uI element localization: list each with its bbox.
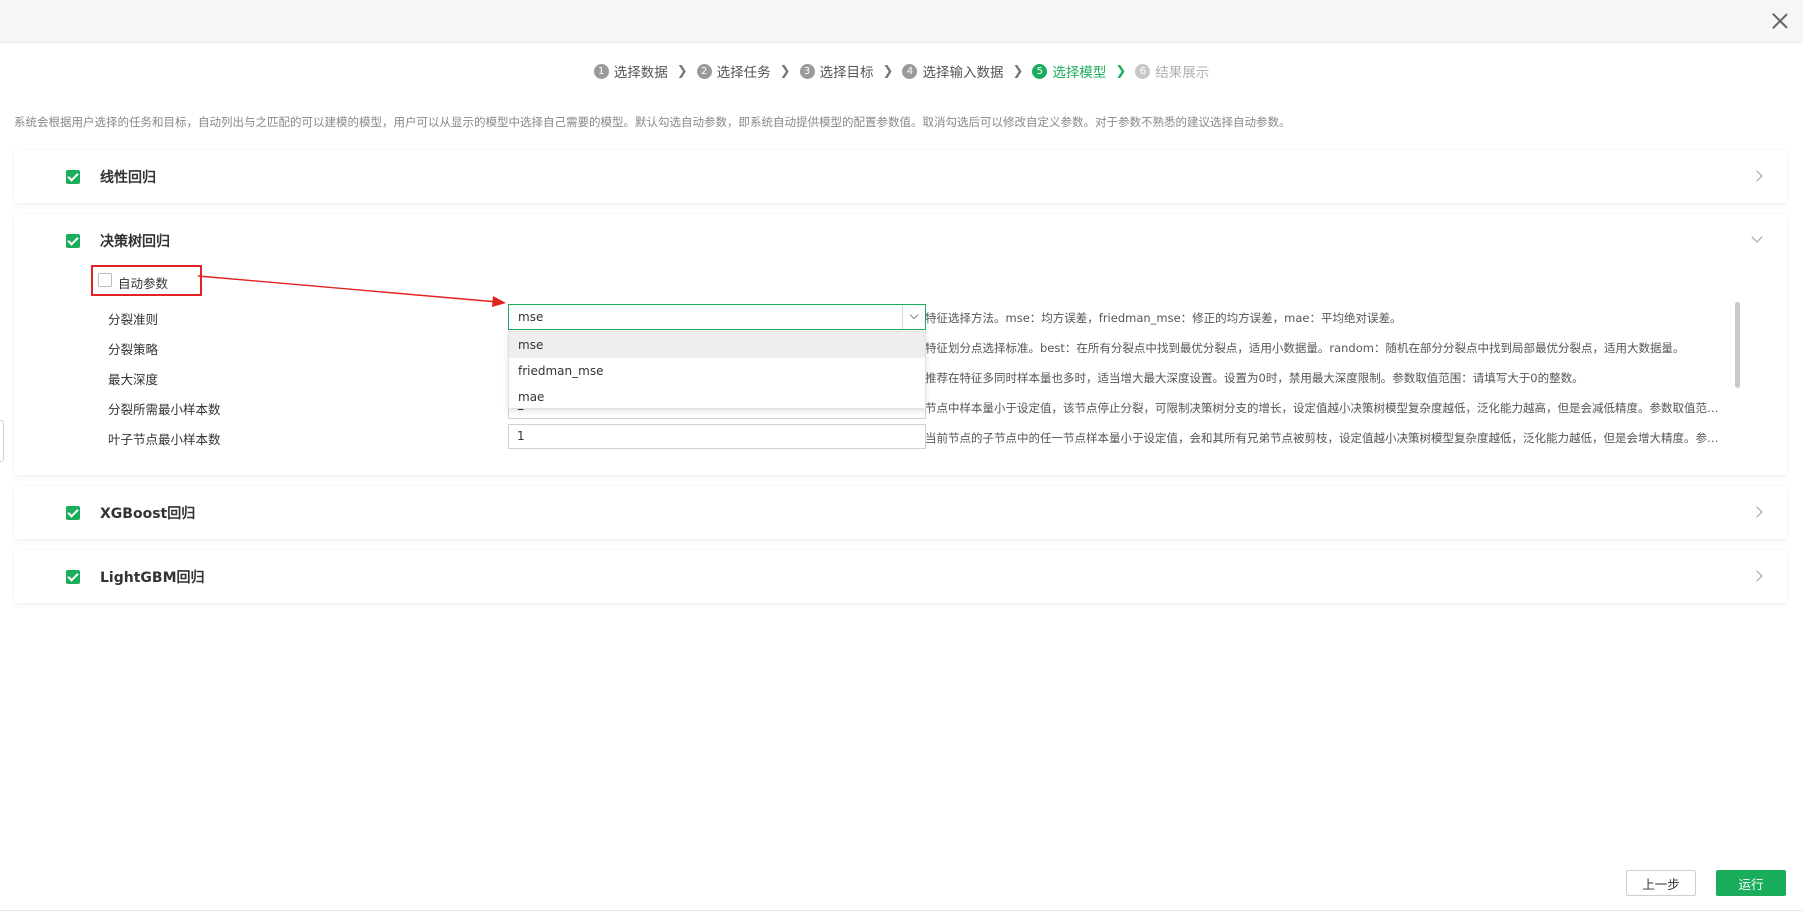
step-result-display: 6 结果展示 — [1135, 61, 1209, 81]
param-label-split-strategy: 分裂策略 — [108, 342, 159, 357]
model-checkbox[interactable] — [66, 570, 80, 584]
chevron-right-icon: ❯ — [779, 63, 791, 79]
param-desc-min-samples-leaf: 当前节点的子节点中的任一节点样本量小于设定值，会和其所有兄弟节点被剪枝，设定值越… — [925, 431, 1725, 445]
chevron-right-icon: ❯ — [1115, 63, 1127, 79]
auto-params-label: 自动参数 — [118, 276, 169, 291]
step-select-target[interactable]: 3 选择目标 — [799, 61, 874, 81]
model-panel-lightgbm: LightGBM回归 — [14, 550, 1787, 603]
panel-header[interactable]: 线性回归 — [14, 150, 1787, 204]
step-select-task[interactable]: 2 选择任务 — [696, 61, 771, 81]
chevron-right-icon: ❯ — [882, 63, 894, 79]
bottom-divider — [0, 910, 1803, 911]
step-number: 2 — [696, 63, 712, 79]
model-checkbox[interactable] — [66, 234, 80, 248]
param-desc-split-criterion: 特征选择方法。mse：均方误差，friedman_mse：修正的均方误差，mae… — [925, 311, 1402, 325]
chevron-right-icon[interactable] — [1751, 570, 1763, 582]
chevron-right-icon[interactable] — [1751, 170, 1763, 182]
panel-header[interactable]: XGBoost回归 — [14, 486, 1787, 540]
close-icon[interactable] — [1767, 8, 1793, 34]
run-button[interactable]: 运行 — [1716, 870, 1786, 896]
dropdown-option-mse[interactable]: mse — [509, 332, 925, 358]
select-value: mse — [518, 310, 544, 324]
model-checkbox[interactable] — [66, 506, 80, 520]
panel-header[interactable]: LightGBM回归 — [14, 550, 1787, 604]
step-label: 选择输入数据 — [922, 65, 1004, 81]
step-number: 5 — [1032, 63, 1048, 79]
split-criterion-dropdown: mse friedman_mse mae — [508, 331, 926, 409]
page-description: 系统会根据用户选择的任务和目标，自动列出与之匹配的可以建模的模型，用户可以从显示… — [14, 115, 1291, 129]
model-title: 决策树回归 — [100, 234, 170, 250]
model-title: 线性回归 — [100, 170, 156, 186]
chevron-down-icon — [909, 310, 919, 320]
params-scrollbar[interactable] — [1735, 302, 1740, 388]
model-panel-decision-tree: 决策树回归 自动参数 分裂准则 mse 特征选择方法。mse：均方误差，frie… — [14, 214, 1787, 475]
model-checkbox[interactable] — [66, 170, 80, 184]
wizard-steps: 1 选择数据 ❯ 2 选择任务 ❯ 3 选择目标 ❯ 4 选择输入数据 ❯ 5 … — [0, 58, 1803, 84]
split-criterion-select[interactable]: mse — [508, 304, 926, 330]
param-label-max-depth: 最大深度 — [108, 372, 159, 387]
dropdown-option-mae[interactable]: mae — [509, 384, 925, 410]
param-desc-max-depth: 推荐在特征多同时样本量也多时，适当增大最大深度设置。设置为0时，禁用最大深度限制… — [925, 371, 1584, 385]
step-label: 选择数据 — [613, 65, 668, 81]
param-desc-split-strategy: 特征划分点选择标准。best：在所有分裂点中找到最优分裂点，适用小数据量。ran… — [925, 341, 1685, 355]
model-panel-linear-regression: 线性回归 — [14, 150, 1787, 203]
step-label: 选择任务 — [716, 65, 771, 81]
step-number: 3 — [799, 63, 815, 79]
dropdown-option-friedman-mse[interactable]: friedman_mse — [509, 358, 925, 384]
chevron-down-icon[interactable] — [1751, 231, 1763, 243]
param-desc-min-samples-split: 节点中样本量小于设定值，该节点停止分裂，可限制决策树分支的增长，设定值越小决策树… — [925, 401, 1725, 415]
chevron-right-icon: ❯ — [676, 63, 688, 79]
previous-step-button[interactable]: 上一步 — [1626, 870, 1696, 896]
step-select-data[interactable]: 1 选择数据 — [593, 61, 668, 81]
step-label: 选择模型 — [1052, 65, 1107, 81]
step-number: 1 — [593, 63, 609, 79]
step-number: 4 — [902, 63, 918, 79]
select-toggle[interactable] — [902, 305, 925, 329]
auto-params-checkbox[interactable] — [98, 273, 112, 287]
model-title: XGBoost回归 — [100, 506, 196, 522]
chevron-right-icon: ❯ — [1012, 63, 1024, 79]
chevron-right-icon[interactable] — [1751, 506, 1763, 518]
panel-header[interactable]: 决策树回归 — [14, 214, 1787, 268]
side-collapse-handle[interactable] — [0, 420, 4, 462]
model-title: LightGBM回归 — [100, 570, 205, 586]
step-select-input-data[interactable]: 4 选择输入数据 — [902, 61, 1003, 81]
model-panel-xgboost: XGBoost回归 — [14, 486, 1787, 539]
top-bar — [0, 0, 1803, 43]
param-label-min-samples-leaf: 叶子节点最小样本数 — [108, 432, 221, 447]
step-number: 6 — [1135, 63, 1151, 79]
step-label: 选择目标 — [819, 65, 874, 81]
min-samples-leaf-input[interactable]: 1 — [508, 424, 926, 449]
step-label: 结果展示 — [1155, 65, 1210, 81]
param-label-min-samples-split: 分裂所需最小样本数 — [108, 402, 221, 417]
param-label-split-criterion: 分裂准则 — [108, 312, 159, 327]
step-select-model[interactable]: 5 选择模型 — [1032, 61, 1106, 81]
